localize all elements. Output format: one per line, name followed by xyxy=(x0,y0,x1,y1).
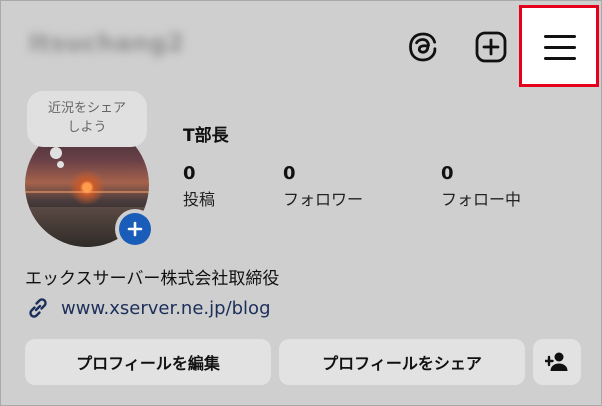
stat-following[interactable]: 0 フォロー中 xyxy=(441,163,521,211)
edit-profile-button[interactable]: プロフィールを編集 xyxy=(25,339,271,385)
stat-following-value: 0 xyxy=(441,163,454,184)
note-text-line2: しよう xyxy=(67,120,107,135)
stat-posts-value: 0 xyxy=(183,163,196,184)
add-story-badge[interactable] xyxy=(115,209,155,249)
note-bubble-tail xyxy=(50,147,62,159)
profile-name: T部長 xyxy=(183,126,229,146)
stat-posts[interactable]: 0 投稿 xyxy=(183,163,215,211)
note-bubble[interactable]: 近況をシェア しよう xyxy=(27,91,147,147)
discover-people-button[interactable] xyxy=(533,339,581,385)
stat-followers-value: 0 xyxy=(283,163,296,184)
username-blurred[interactable]: Itsuchang2 xyxy=(29,29,219,63)
stat-followers[interactable]: 0 フォロワー xyxy=(283,163,363,211)
stat-followers-label: フォロワー xyxy=(283,190,364,209)
hamburger-menu-icon xyxy=(544,32,576,62)
note-bubble-tail-small xyxy=(57,161,64,168)
link-icon xyxy=(29,298,47,318)
menu-button-highlight[interactable] xyxy=(519,5,599,87)
stat-posts-label: 投稿 xyxy=(183,190,216,209)
add-person-icon xyxy=(545,352,568,371)
note-text-line1: 近況をシェア xyxy=(47,101,126,116)
profile-link[interactable]: www.xserver.ne.jp/blog xyxy=(25,295,271,321)
profile-bio: エックスサーバー株式会社取締役 xyxy=(25,269,280,289)
profile-screen: Itsuchang2 近況をシェア しよう T部長 0 投稿 0 フォロワー 0… xyxy=(0,0,602,406)
create-button[interactable] xyxy=(471,27,511,67)
threads-button[interactable] xyxy=(403,27,443,67)
plus-icon xyxy=(127,221,143,237)
threads-icon xyxy=(409,32,437,62)
plus-square-icon xyxy=(475,31,507,63)
profile-link-text[interactable]: www.xserver.ne.jp/blog xyxy=(61,298,271,319)
stat-following-label: フォロー中 xyxy=(441,190,522,209)
share-profile-button[interactable]: プロフィールをシェア xyxy=(279,339,525,385)
